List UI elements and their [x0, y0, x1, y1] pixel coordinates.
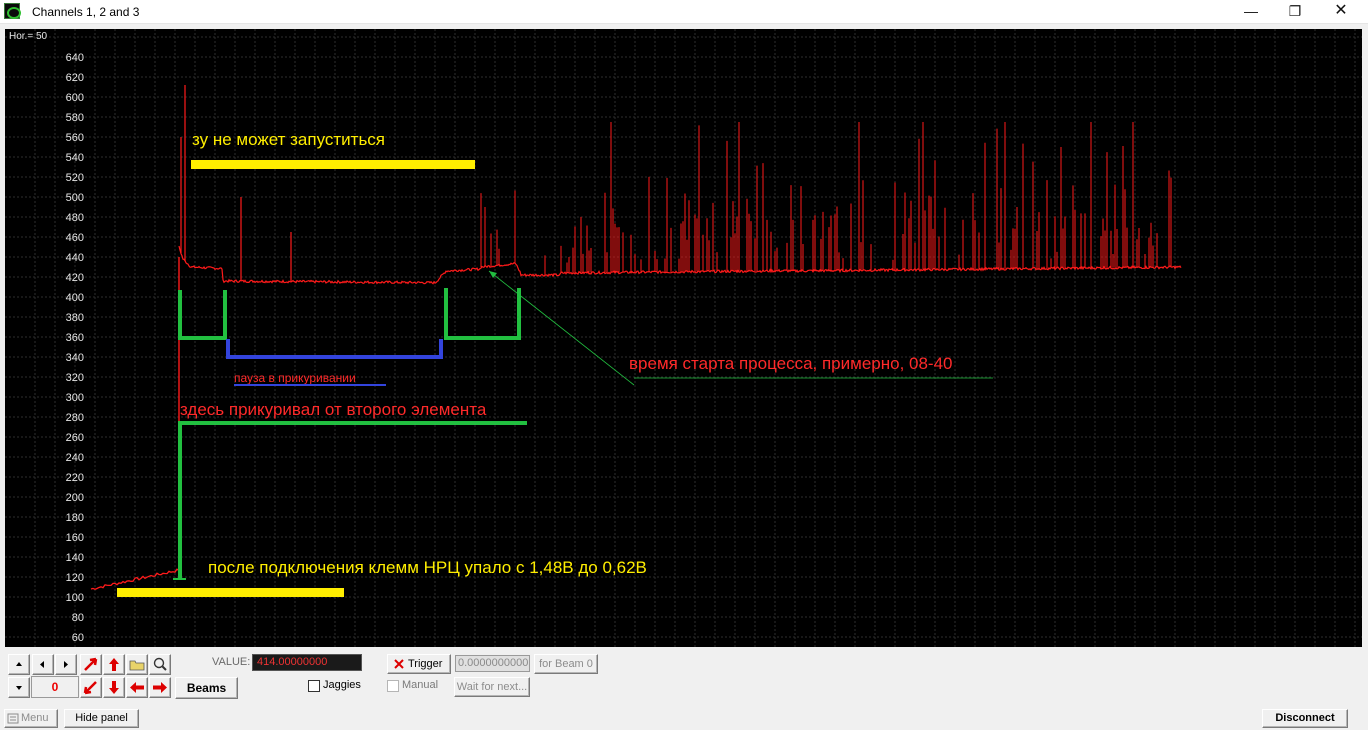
y-tick-label: 100	[66, 592, 84, 604]
shrink-diagonal-icon[interactable]	[80, 677, 102, 698]
y-tick-label: 500	[66, 192, 84, 204]
y-tick-label: 220	[66, 472, 84, 484]
y-tick-label: 460	[66, 232, 84, 244]
trigger-label: Trigger	[408, 658, 443, 670]
y-tick-label: 620	[66, 72, 84, 84]
y-tick-label: 540	[66, 152, 84, 164]
manual-label: Manual	[402, 679, 439, 691]
control-panel: 0 Beams VALUE: 414.00000000 Jaggies Trig…	[0, 648, 1368, 706]
for-beam-button[interactable]: for Beam 0	[534, 654, 598, 674]
y-tick-label: 120	[66, 572, 84, 584]
y-tick-label: 320	[66, 372, 84, 384]
annotation-underline-blue	[234, 384, 386, 386]
y-tick-label: 440	[66, 252, 84, 264]
value-field[interactable]: 414.00000000	[252, 654, 362, 671]
manual-checkbox[interactable]	[387, 680, 399, 692]
y-tick-label: 240	[66, 452, 84, 464]
minimize-button[interactable]: —	[1228, 0, 1274, 24]
window-title: Channels 1, 2 and 3	[32, 5, 140, 19]
y-tick-label: 140	[66, 552, 84, 564]
y-tick-label: 520	[66, 172, 84, 184]
y-tick-label: 400	[66, 292, 84, 304]
maximize-button[interactable]: ❐	[1272, 0, 1318, 24]
expand-diagonal-icon[interactable]	[80, 654, 102, 675]
scope-display[interactable]: 640 620 600 580 560 540 520 500 480 460 440 420 400 3…	[5, 29, 1362, 647]
horizontal-scale-label: Hor.= 50	[9, 31, 48, 42]
y-tick-label: 420	[66, 272, 84, 284]
jaggies-label: Jaggies	[323, 679, 361, 691]
y-tick-label: 560	[66, 132, 84, 144]
y-tick-label: 380	[66, 312, 84, 324]
scroll-up-button[interactable]	[8, 654, 30, 675]
disconnect-button[interactable]: Disconnect	[1262, 709, 1348, 728]
title-bar: Channels 1, 2 and 3 — ❐ ✕	[0, 0, 1368, 24]
y-tick-label: 280	[66, 412, 84, 424]
y-tick-label: 80	[72, 612, 84, 624]
annotation-underline-yellow-bottom	[117, 588, 344, 597]
close-button[interactable]: ✕	[1318, 0, 1364, 24]
scroll-left-button[interactable]	[32, 654, 54, 675]
offset-value[interactable]: 0	[31, 676, 79, 698]
y-tick-label: 160	[66, 532, 84, 544]
annotation-charger-cannot-start: зу не может запуститься	[192, 130, 385, 149]
y-tick-label: 180	[66, 512, 84, 524]
y-tick-label: 200	[66, 492, 84, 504]
app-icon	[4, 3, 21, 19]
scroll-down-button[interactable]	[8, 677, 30, 698]
arrow-down-icon[interactable]	[103, 677, 125, 698]
y-tick-label: 340	[66, 352, 84, 364]
y-tick-label: 260	[66, 432, 84, 444]
scroll-right-button[interactable]	[55, 654, 77, 675]
arrow-up-icon[interactable]	[103, 654, 125, 675]
zoom-icon[interactable]	[149, 654, 171, 675]
open-folder-icon[interactable]	[126, 654, 148, 675]
value-label: VALUE:	[212, 656, 251, 668]
y-tick-label: 360	[66, 332, 84, 344]
y-tick-label: 640	[66, 52, 84, 64]
arrow-right-icon[interactable]	[149, 677, 171, 698]
annotation-underline-yellow-top	[191, 160, 475, 169]
annotation-voltage-drop: после подключения клемм НРЦ упало с 1,48…	[208, 558, 647, 577]
status-bar: Menu Hide panel Disconnect	[0, 706, 1368, 730]
annotation-pause: пауза в прикуривании	[234, 371, 356, 385]
y-tick-label: 580	[66, 112, 84, 124]
y-tick-label: 600	[66, 92, 84, 104]
annotation-process-start: время старта процесса, примерно, 08-40	[629, 354, 953, 373]
wait-next-button[interactable]: Wait for next...	[454, 677, 530, 697]
y-tick-label: 300	[66, 392, 84, 404]
hide-panel-button[interactable]: Hide panel	[64, 709, 139, 728]
menu-label: Menu	[21, 712, 49, 724]
trigger-button[interactable]: Trigger	[387, 654, 451, 674]
scope-chart: 640 620 600 580 560 540 520 500 480 460 440 420 400 3…	[5, 29, 1362, 647]
trigger-value-field[interactable]: 0.0000000000	[455, 655, 530, 672]
jaggies-checkbox[interactable]	[308, 680, 320, 692]
y-tick-label: 480	[66, 212, 84, 224]
arrow-left-icon[interactable]	[126, 677, 148, 698]
annotation-second-element: здесь прикуривал от второго элемента	[180, 400, 487, 419]
beams-button[interactable]: Beams	[175, 677, 238, 699]
y-tick-label: 60	[72, 632, 84, 644]
menu-button[interactable]: Menu	[4, 709, 58, 728]
